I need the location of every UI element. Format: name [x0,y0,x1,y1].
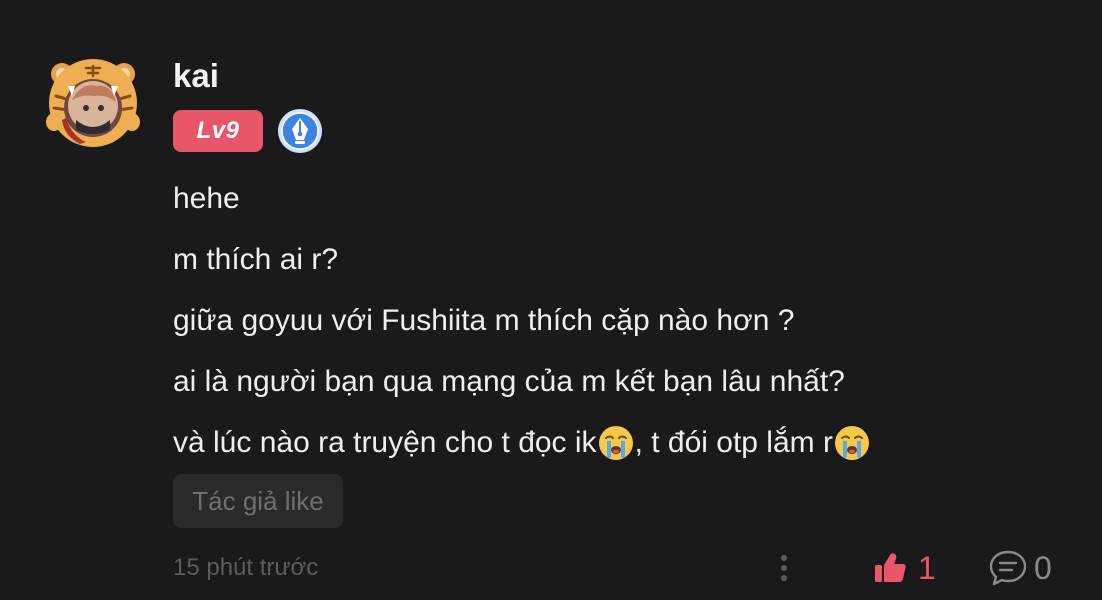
like-button[interactable]: 1 [872,546,936,590]
timestamp: 15 phút trước [173,554,319,581]
thumbs-up-icon [875,553,906,582]
comment-line: ai là người bạn qua mạng của m kết bạn l… [173,365,845,398]
comment-line-part: và lúc nào ra truyện cho t đọc ik [173,426,597,459]
avatar[interactable] [46,56,140,150]
like-count: 1 [918,549,936,586]
more-options-button[interactable] [770,550,798,586]
user-badges: Lv9 [173,108,323,154]
comment-line: và lúc nào ra truyện cho t đọc ik , t đó… [173,412,1073,473]
author-liked-tag: Tác giả like [173,474,343,528]
level-badge: Lv9 [173,110,263,152]
comment-line: m thích ai r? [173,243,339,276]
comment-body: hehe m thích ai r? giữa goyuu với Fushii… [173,168,1073,473]
username[interactable]: kai [173,56,219,96]
reply-count: 0 [1034,549,1052,586]
loudly-crying-face-icon [834,425,869,460]
pen-nib-badge-icon [278,109,322,153]
comment-item: kai Lv9 hehe m thích ai r? giữa goyuu vớ… [0,0,1102,600]
comment-line: hehe [173,182,240,215]
comment-line-part: , t đói otp lắm r [634,426,833,459]
reply-button[interactable]: 0 [988,546,1052,590]
loudly-crying-face-icon [598,425,633,460]
comment-line: giữa goyuu với Fushiita m thích cặp nào … [173,304,795,337]
more-vertical-icon [781,555,787,581]
comment-bubble-icon [989,550,1027,586]
